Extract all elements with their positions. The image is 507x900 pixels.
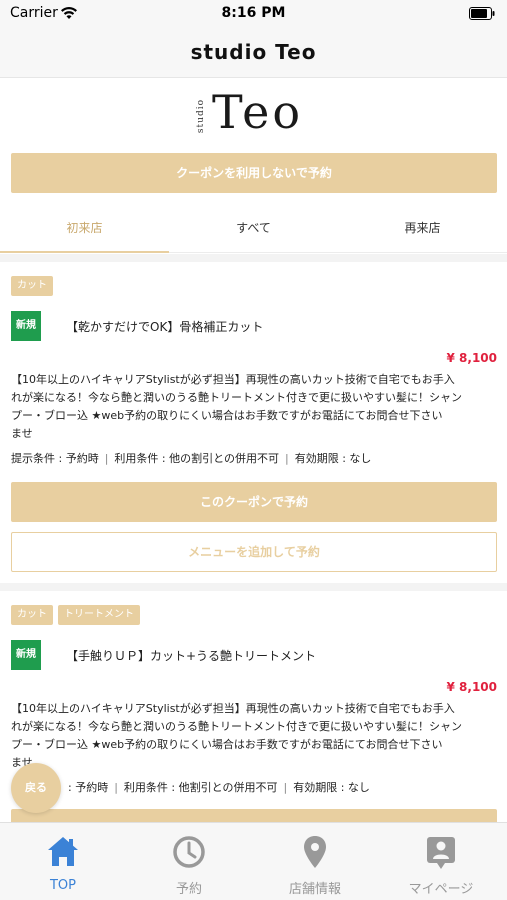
coupon-price: ¥ 8,100 [446,680,497,694]
clock-icon [173,836,205,868]
new-customer-badge: 新規 [11,311,41,341]
condition-usage: 利用条件 : 他の割引との併用不可 [114,452,280,465]
nav-title: studio Teo [190,40,317,64]
tab-all[interactable]: すべて [169,207,338,253]
logo-small-text: studio [196,99,206,134]
description-line: れが楽になる！今なら艶と潤いのうる艶トリートメント付きで更に扱いやすい髪に！シャ… [11,391,462,404]
coupon-title: 【手触りＵＰ】カット+うる艶トリートメント [66,649,317,663]
divider [0,583,507,591]
tab-my-page[interactable]: マイページ [378,823,504,900]
coupon-conditions: : 予約時 | 利用条件 : 他割引との併用不可 | 有効期限 : なし [68,779,498,795]
coupon-price: ¥ 8,100 [446,351,497,365]
separator: | [114,781,118,794]
coupon-title: 【乾かすだけでOK】骨格補正カット [66,320,264,334]
battery-icon [469,7,495,20]
category-tag: トリートメント [58,605,140,625]
condition-expiry: 有効期限 : なし [294,452,372,465]
tab-repeat-visit[interactable]: 再来店 [338,207,507,253]
coupon-conditions: 提示条件 : 予約時 | 利用条件 : 他の割引との併用不可 | 有効期限 : なし [11,450,497,466]
visit-type-tabs: 初来店 すべて 再来店 [0,207,507,253]
tab-label: 店舗情報 [288,882,341,897]
tab-label: TOP [49,878,76,893]
back-button[interactable]: 戻る [11,763,61,813]
tab-label: 予約 [175,882,202,897]
home-icon [48,837,78,866]
reserve-with-coupon-button[interactable]: このクーポンで予約 [11,482,497,522]
condition-present: : 予約時 [68,781,109,794]
status-bar: Carrier 8:16 PM [0,0,507,28]
coupon-description: 【10年以上のハイキャリアStylistが必ず担当】再現性の高いカット技術で自宅… [11,371,497,443]
reserve-with-coupon-button[interactable] [11,809,497,822]
description-line: プー・ブロー込 ★web予約の取りにくい場合はお手数ですがお電話にてお問合せ下さ… [11,409,443,422]
category-tag: カット [11,605,53,625]
tab-first-visit[interactable]: 初来店 [0,207,169,253]
tab-top[interactable]: TOP [0,823,126,900]
description-line: 【10年以上のハイキャリアStylistが必ず担当】再現性の高いカット技術で自宅… [11,702,455,715]
separator: | [285,452,289,465]
tab-reservation[interactable]: 予約 [126,823,252,900]
coupon-list-scroll[interactable]: studio Teo クーポンを利用しないで予約 初来店 すべて 再来店 カット… [0,79,507,822]
category-tag: カット [11,276,53,296]
description-line: ませ [11,427,33,440]
description-line: れが楽になる！今なら艶と潤いのうる艶トリートメント付きで更に扱いやすい髪に！シャ… [11,720,462,733]
new-customer-badge: 新規 [11,640,41,670]
condition-expiry: 有効期限 : なし [293,781,370,794]
description-line: 【10年以上のハイキャリアStylistが必ず担当】再現性の高いカット技術で自宅… [11,373,455,386]
logo-main-text: Teo [212,85,304,139]
tab-shop-info[interactable]: 店舗情報 [252,823,378,900]
separator: | [283,781,288,794]
status-time: 8:16 PM [221,5,286,21]
reserve-without-coupon-button[interactable]: クーポンを利用しないで予約 [11,153,497,193]
description-line: プー・ブロー込 ★web予約の取りにくい場合はお手数ですがお電話にてお問合せ下さ… [11,738,443,751]
description-line: ませ [11,756,33,769]
add-menu-reserve-button[interactable]: メニューを追加して予約 [11,532,497,572]
condition-usage: 利用条件 : 他割引との併用不可 [123,781,278,794]
tab-label: マイページ [408,882,474,897]
condition-present: 提示条件 : 予約時 [11,452,99,465]
shop-logo: studio Teo [0,85,507,149]
nav-bar: studio Teo [0,28,507,78]
divider [0,254,507,262]
separator: | [104,452,109,465]
person-badge-icon [427,837,455,869]
bottom-tab-bar: TOP 予約 店舗情報 マイページ [0,822,507,900]
map-pin-icon [304,836,326,868]
coupon-description: 【10年以上のハイキャリアStylistが必ず担当】再現性の高いカット技術で自宅… [11,700,497,772]
